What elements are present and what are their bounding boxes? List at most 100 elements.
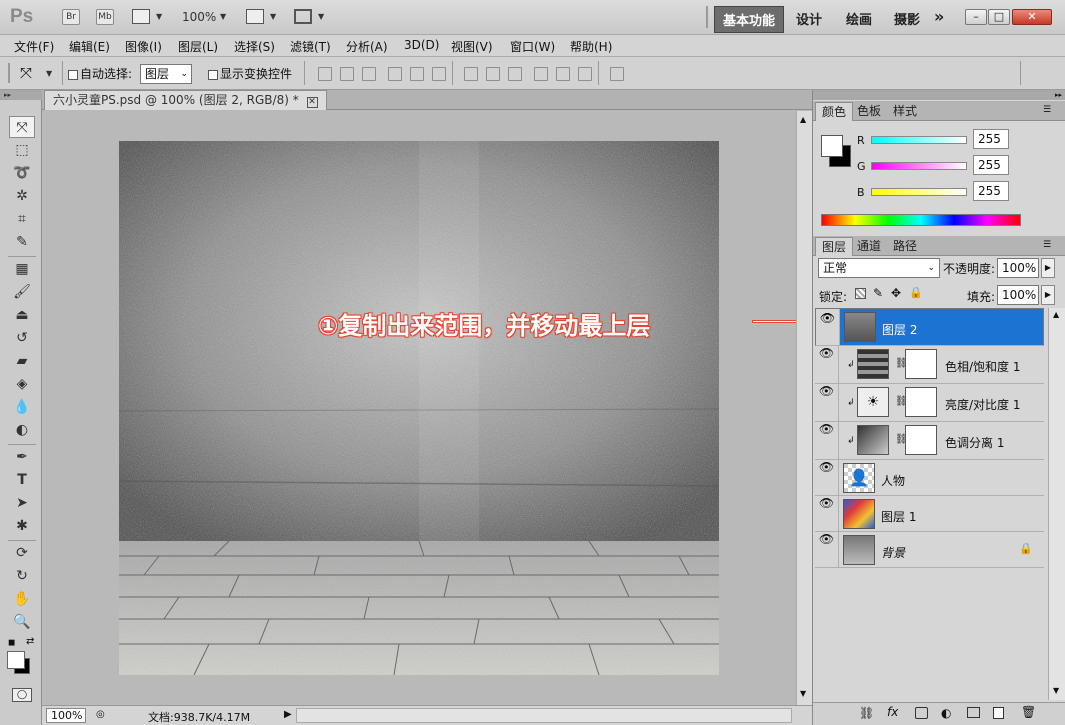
layer-row[interactable]: 👁 ↲ ⛓ 色调分离 1 <box>815 422 1044 460</box>
eraser-tool-icon[interactable]: ▰ <box>9 350 35 372</box>
align-top-icon[interactable] <box>318 67 332 81</box>
history-brush-tool-icon[interactable]: ↺ <box>9 327 35 349</box>
layer-row[interactable]: 👁 图层 2 <box>815 308 1044 346</box>
dodge-tool-icon[interactable]: ◐ <box>9 419 35 441</box>
close-button[interactable]: ✕ <box>1012 9 1052 25</box>
scroll-down-icon[interactable]: ▼ <box>800 689 806 698</box>
distribute-right-icon[interactable] <box>578 67 592 81</box>
workspace-design[interactable]: 设计 <box>796 9 822 28</box>
scroll-down-icon[interactable]: ▼ <box>1053 686 1059 695</box>
align-hcenter-icon[interactable] <box>410 67 424 81</box>
paint-bucket-tool-icon[interactable]: ◈ <box>9 373 35 395</box>
fill-field[interactable]: 100% <box>997 285 1039 305</box>
screen-mode-icon[interactable] <box>294 9 312 24</box>
close-icon[interactable]: ✕ <box>306 97 318 108</box>
add-mask-icon[interactable] <box>915 707 928 719</box>
workspace-essentials[interactable]: 基本功能 <box>714 6 785 33</box>
distribute-left-icon[interactable] <box>534 67 548 81</box>
panel-menu-icon[interactable]: ☰ <box>1043 105 1051 115</box>
distribute-top-icon[interactable] <box>464 67 478 81</box>
eyedropper-tool-icon[interactable]: ✎ <box>9 231 35 253</box>
minimize-button[interactable]: – <box>965 9 987 25</box>
bridge-button[interactable]: Br <box>62 9 80 25</box>
tab-channels[interactable]: 通道 <box>851 237 887 256</box>
zoom-tool-icon[interactable]: 🔍 <box>9 611 35 633</box>
green-slider[interactable] <box>871 162 967 170</box>
chevron-down-icon[interactable]: ▼ <box>220 12 226 21</box>
chevron-down-icon[interactable]: ▼ <box>156 12 162 21</box>
distribute-vcenter-icon[interactable] <box>486 67 500 81</box>
foreground-color-swatch[interactable] <box>821 135 843 157</box>
visibility-eye-icon[interactable]: 👁 <box>815 496 839 531</box>
blur-tool-icon[interactable]: 💧 <box>9 396 35 418</box>
default-colors-icon[interactable]: ◼ <box>8 638 15 648</box>
vertical-scrollbar[interactable]: ▲ ▼ <box>796 111 812 705</box>
opacity-field[interactable]: 100% <box>997 258 1039 278</box>
type-tool-icon[interactable]: T <box>9 469 35 491</box>
quick-mask-icon[interactable]: ◯ <box>12 688 32 702</box>
menu-file[interactable]: 文件(F) <box>14 38 54 55</box>
blue-value-field[interactable]: 255 <box>973 181 1009 201</box>
menu-select[interactable]: 选择(S) <box>234 38 275 55</box>
tab-styles[interactable]: 样式 <box>887 102 923 121</box>
link-layers-icon[interactable]: ⛓ <box>859 706 874 720</box>
mini-bridge-button[interactable]: Mb <box>96 9 114 25</box>
show-transform-checkbox[interactable]: 显示变换控件 <box>208 65 292 82</box>
workspace-painting[interactable]: 绘画 <box>846 9 872 28</box>
visibility-eye-icon[interactable]: 👁 <box>815 532 839 567</box>
menu-layer[interactable]: 图层(L) <box>178 38 218 55</box>
layer-row[interactable]: 👁 👤 人物 <box>815 460 1044 496</box>
visibility-eye-icon[interactable]: 👁 <box>816 309 840 345</box>
3d-rotate-tool-icon[interactable]: ⟳ <box>9 542 35 564</box>
align-vcenter-icon[interactable] <box>340 67 354 81</box>
scroll-up-icon[interactable]: ▲ <box>1053 310 1059 319</box>
new-layer-icon[interactable] <box>993 707 1004 719</box>
arrange-documents-icon[interactable] <box>246 9 264 24</box>
document-canvas[interactable] <box>119 141 719 675</box>
tab-swatches[interactable]: 色板 <box>851 102 887 121</box>
visibility-eye-icon[interactable]: 👁 <box>815 460 839 495</box>
menu-edit[interactable]: 编辑(E) <box>69 38 110 55</box>
panel-collapse-icon[interactable]: ▸▸ <box>813 90 1065 100</box>
lock-all-icon[interactable]: 🔒 <box>909 286 923 299</box>
tab-paths[interactable]: 路径 <box>887 237 923 256</box>
distribute-bottom-icon[interactable] <box>508 67 522 81</box>
menu-filter[interactable]: 滤镜(T) <box>290 38 331 55</box>
visibility-eye-icon[interactable]: 👁 <box>815 422 839 459</box>
auto-select-checkbox[interactable]: 自动选择: <box>68 65 132 82</box>
layers-scrollbar[interactable]: ▲ ▼ <box>1048 308 1065 700</box>
workspace-photography[interactable]: 摄影 <box>894 9 920 28</box>
red-slider[interactable] <box>871 136 967 144</box>
lasso-tool-icon[interactable]: ➰ <box>9 162 35 184</box>
path-selection-tool-icon[interactable]: ➤ <box>9 492 35 514</box>
align-right-icon[interactable] <box>432 67 446 81</box>
adjustment-layer-icon[interactable]: ◐ <box>941 706 951 720</box>
red-value-field[interactable]: 255 <box>973 129 1009 149</box>
maximize-button[interactable]: □ <box>988 9 1010 25</box>
menu-image[interactable]: 图像(I) <box>125 38 162 55</box>
menu-3d[interactable]: 3D(D) <box>404 38 439 52</box>
3d-orbit-tool-icon[interactable]: ↻ <box>9 565 35 587</box>
pen-tool-icon[interactable]: ✒ <box>9 446 35 468</box>
lock-pixels-icon[interactable]: ✎ <box>873 286 883 300</box>
auto-select-dropdown[interactable]: 图层 ⌄ <box>140 64 192 84</box>
layer-row[interactable]: 👁 背景 🔒 <box>815 532 1044 568</box>
crop-tool-icon[interactable]: ⌗ <box>9 208 35 230</box>
green-value-field[interactable]: 255 <box>973 155 1009 175</box>
swap-colors-icon[interactable]: ⇄ <box>26 636 34 647</box>
brush-tool-icon[interactable]: 🖌 <box>9 281 35 303</box>
visibility-eye-icon[interactable]: 👁 <box>815 384 839 421</box>
layer-row[interactable]: 👁 图层 1 <box>815 496 1044 532</box>
visibility-eye-icon[interactable]: 👁 <box>815 346 839 383</box>
scroll-up-icon[interactable]: ▲ <box>800 115 806 124</box>
fill-arrow-icon[interactable]: ▶ <box>1041 285 1055 305</box>
horizontal-scrollbar[interactable] <box>296 708 792 723</box>
color-spectrum[interactable] <box>821 214 1021 226</box>
new-group-icon[interactable] <box>967 707 980 718</box>
opacity-arrow-icon[interactable]: ▶ <box>1041 258 1055 278</box>
hand-tool-icon[interactable]: ✋ <box>9 588 35 610</box>
more-workspaces-icon[interactable]: » <box>934 7 944 26</box>
lock-transparency-icon[interactable] <box>855 288 866 299</box>
blue-slider[interactable] <box>871 188 967 196</box>
panel-menu-icon[interactable]: ☰ <box>1043 240 1051 250</box>
